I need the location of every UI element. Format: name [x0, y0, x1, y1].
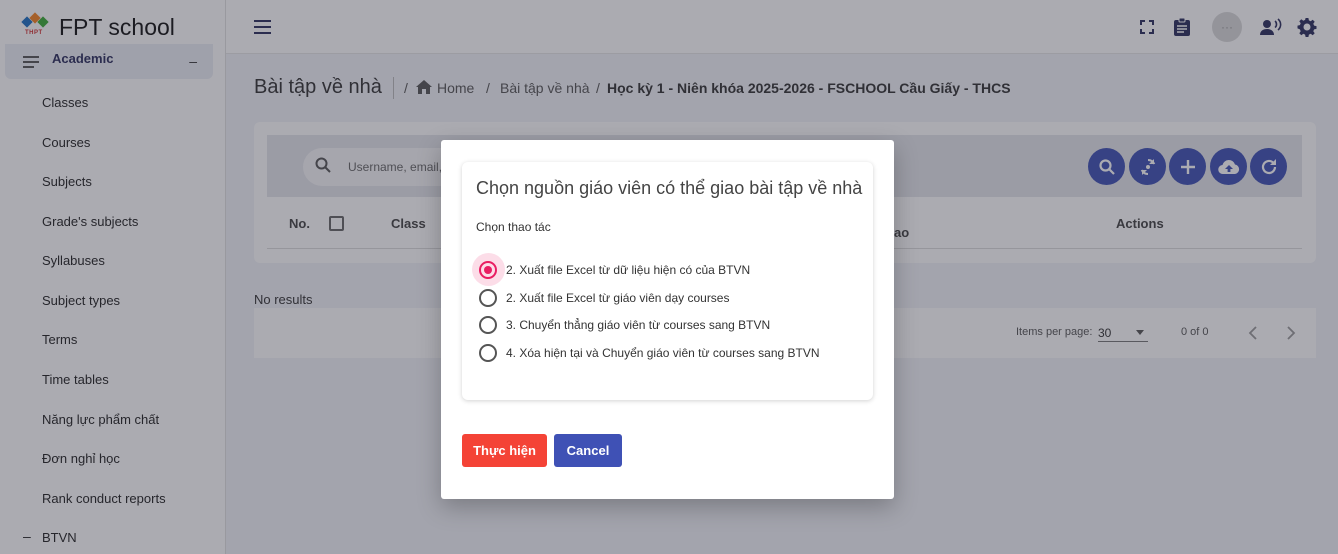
option-label: 2. Xuất file Excel từ dữ liệu hiện có củ… [506, 263, 751, 277]
option-label: 4. Xóa hiện tại và Chuyển giáo viên từ c… [506, 346, 820, 360]
option-export-teachers[interactable]: 2. Xuất file Excel từ giáo viên dạy cour… [479, 288, 729, 308]
option-delete-and-transfer[interactable]: 4. Xóa hiện tại và Chuyển giáo viên từ c… [479, 343, 820, 363]
radio-button[interactable] [479, 316, 497, 334]
modal-subtitle: Chọn thao tác [476, 220, 551, 234]
option-label: 2. Xuất file Excel từ giáo viên dạy cour… [506, 291, 730, 305]
cancel-button[interactable]: Cancel [554, 434, 622, 467]
modal-title: Chọn nguồn giáo viên có thể giao bài tập… [476, 178, 863, 198]
option-export-btvn[interactable]: 2. Xuất file Excel từ dữ liệu hiện có củ… [479, 260, 750, 280]
radio-button-checked[interactable] [479, 261, 497, 279]
radio-button[interactable] [479, 289, 497, 307]
option-label: 3. Chuyển thẳng giáo viên từ courses san… [506, 318, 771, 332]
radio-button[interactable] [479, 344, 497, 362]
run-button[interactable]: Thực hiện [462, 434, 547, 467]
option-transfer-teachers[interactable]: 3. Chuyển thẳng giáo viên từ courses san… [479, 315, 770, 335]
